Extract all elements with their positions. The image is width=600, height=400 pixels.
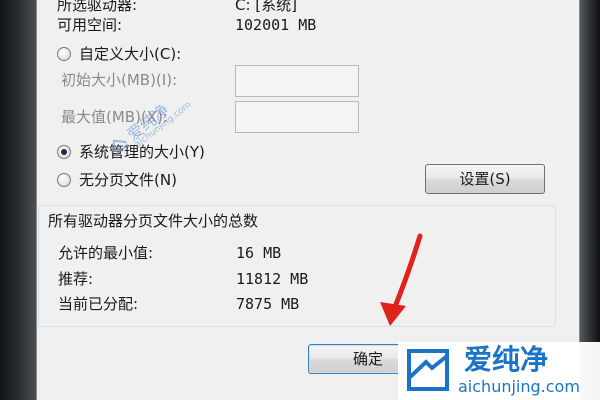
free-space-value: 102001 MB [235,16,317,34]
custom-size-label[interactable]: 自定义大小(C): [79,45,181,63]
current-allocated-label: 当前已分配: [58,295,139,313]
system-managed-radio[interactable] [57,145,71,159]
set-button[interactable]: 设置(S) [425,164,545,194]
brand-url: aichunjing.com [458,377,580,396]
recommended-value: 11812 MB [236,270,309,288]
brand-logo-icon [407,349,449,391]
background-right-edge [578,0,600,400]
initial-size-input[interactable] [235,65,359,97]
free-space-label: 可用空间: [57,16,123,34]
brand-name: 爱纯净 [464,343,549,376]
red-arrow-icon [380,233,423,326]
min-allowed-value: 16 MB [236,244,282,262]
min-allowed-label: 允许的最小值: [58,244,154,262]
virtual-memory-dialog: 所选驱动器: C: [系统] 可用空间: 102001 MB 自定义大小(C):… [36,0,580,400]
max-size-input[interactable] [235,101,359,133]
brand-watermark: 爱纯净 aichunjing.com [398,342,600,400]
selected-drive-value: C: [系统] [235,0,297,14]
background-left-edge [0,0,36,400]
recommended-label: 推荐: [58,270,94,288]
selected-drive-label: 所选驱动器: [57,0,138,14]
totals-group-title: 所有驱动器分页文件大小的总数 [48,212,259,230]
custom-size-radio[interactable] [57,47,71,61]
current-allocated-value: 7875 MB [236,295,300,313]
no-paging-file-radio[interactable] [57,173,71,187]
